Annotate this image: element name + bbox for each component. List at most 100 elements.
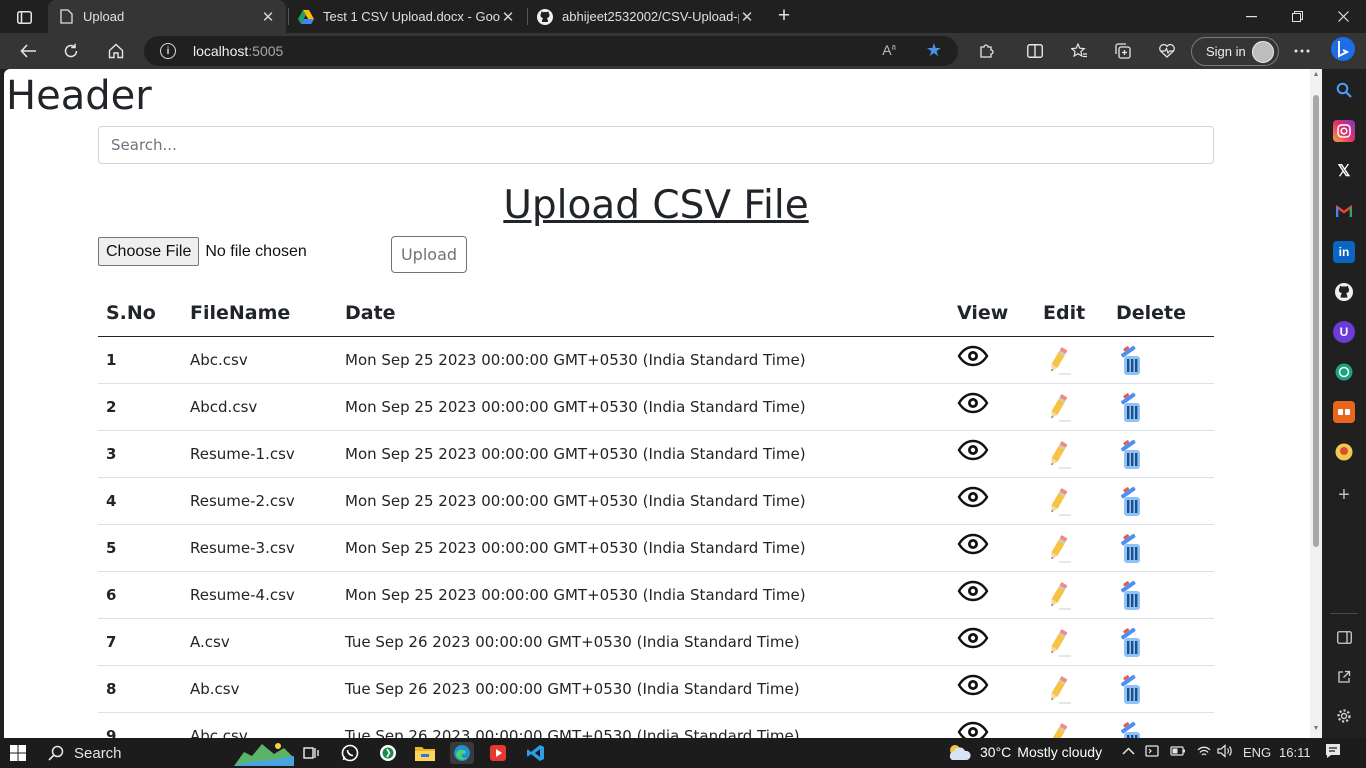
minimize-icon[interactable] [1228,0,1274,33]
linkedin-icon[interactable]: in [1333,241,1355,263]
file-explorer-icon[interactable] [414,742,436,764]
trash-icon[interactable] [1116,627,1150,657]
trash-icon[interactable] [1116,721,1150,738]
upload-button[interactable]: Upload [391,236,467,273]
network-status-icon[interactable] [1145,743,1161,762]
row-date: Mon Sep 25 2023 00:00:00 GMT+0530 (India… [337,383,949,431]
favorites-icon[interactable] [1065,37,1093,65]
search-highlight-icon[interactable] [234,740,294,766]
search-icon[interactable] [1333,79,1355,101]
close-tab-icon[interactable]: ✕ [500,8,516,26]
sync-app-icon[interactable] [378,742,398,764]
weather-widget[interactable]: 30°C Mostly cloudy [946,742,1102,762]
volume-icon[interactable] [1217,743,1233,762]
trash-icon[interactable] [1116,439,1150,469]
pencil-icon[interactable] [1043,721,1077,738]
eye-icon[interactable] [957,721,991,738]
split-screen-icon[interactable] [1021,37,1049,65]
address-bar[interactable]: i localhost:5005 Aa ★ [144,36,958,66]
edge-browser-icon[interactable] [450,742,474,764]
add-icon[interactable]: + [1333,484,1355,506]
chevron-up-icon[interactable] [1122,743,1135,758]
wifi-icon[interactable] [1196,743,1212,762]
close-window-icon[interactable] [1320,0,1366,33]
column-header: View [949,291,1035,337]
pencil-icon[interactable] [1043,486,1077,516]
choose-file-button[interactable]: Choose File [98,237,200,266]
eye-icon[interactable] [957,627,991,657]
eye-icon[interactable] [957,533,991,563]
new-tab-icon[interactable]: + [772,4,796,28]
open-external-icon[interactable] [1333,666,1355,688]
table-row: 1 Abc.csv Mon Sep 25 2023 00:00:00 GMT+053… [98,336,1214,384]
tab-github[interactable]: abhijeet2532002/CSV-Upload-pr ✕ [527,0,765,33]
back-icon[interactable] [14,37,42,65]
eye-icon[interactable] [957,580,991,610]
pencil-icon[interactable] [1043,533,1077,563]
avatar [1252,41,1274,63]
trash-icon[interactable] [1116,580,1150,610]
tab-upload[interactable]: Upload ✕ [48,0,286,33]
coding-site-icon[interactable] [1333,401,1355,423]
clock[interactable]: 16:11 [1279,745,1311,760]
eye-icon[interactable] [957,345,991,375]
favorite-star-icon[interactable]: ★ [926,40,942,61]
chatgpt-icon[interactable] [1333,361,1355,383]
read-aloud-icon[interactable]: Aa [882,42,896,58]
whatsapp-icon[interactable] [340,742,360,764]
language-indicator[interactable]: ENG [1243,745,1271,760]
close-tab-icon[interactable]: ✕ [739,8,755,26]
media-app-icon[interactable] [487,742,509,764]
tab-actions-icon[interactable] [10,6,38,28]
more-options-icon[interactable] [1288,37,1316,65]
trash-icon[interactable] [1116,345,1150,375]
vscode-icon[interactable] [525,742,547,764]
home-icon[interactable] [102,37,130,65]
scrollbar-thumb[interactable] [1313,95,1319,547]
scroll-up-icon[interactable]: ▲ [1312,71,1320,78]
site-info-icon[interactable]: i [160,43,176,59]
github-icon[interactable] [1333,281,1355,303]
pencil-icon[interactable] [1043,392,1077,422]
trash-icon[interactable] [1116,674,1150,704]
row-date: Mon Sep 25 2023 00:00:00 GMT+0530 (India… [337,336,949,384]
scrollbar[interactable]: ▲ ▼ [1310,69,1322,738]
settings-gear-icon[interactable] [1333,705,1355,727]
search-input[interactable]: Search... [98,126,1214,164]
pencil-icon[interactable] [1043,580,1077,610]
pencil-icon[interactable] [1043,345,1077,375]
refresh-icon[interactable] [57,37,85,65]
weather-temperature: 30°C [980,744,1012,760]
eye-icon[interactable] [957,392,991,422]
task-view-icon[interactable] [302,742,322,764]
tab-google-doc[interactable]: Test 1 CSV Upload.docx - Google ✕ [288,0,526,33]
taskbar-search[interactable]: Search [40,741,230,765]
x-twitter-icon[interactable]: 𝕏 [1333,160,1355,182]
extensions-icon[interactable] [972,37,1000,65]
trash-icon[interactable] [1116,533,1150,563]
pencil-icon[interactable] [1043,439,1077,469]
eye-icon[interactable] [957,486,991,516]
hide-sidebar-icon[interactable] [1333,626,1355,648]
instagram-icon[interactable] [1333,120,1355,142]
collections-icon[interactable] [1109,37,1137,65]
close-tab-icon[interactable]: ✕ [260,8,276,26]
battery-icon[interactable] [1170,743,1186,762]
avatar-app-icon[interactable] [1333,441,1355,463]
gmail-icon[interactable] [1333,200,1355,222]
eye-icon[interactable] [957,439,991,469]
eye-icon[interactable] [957,674,991,704]
scroll-down-icon[interactable]: ▼ [1312,725,1320,732]
trash-icon[interactable] [1116,486,1150,516]
windows-start-icon[interactable] [8,742,28,764]
udemy-icon[interactable]: U [1333,321,1355,343]
pencil-icon[interactable] [1043,627,1077,657]
trash-icon[interactable] [1116,392,1150,422]
notifications-icon[interactable] [1325,743,1341,762]
restore-icon[interactable] [1274,0,1320,33]
copilot-icon[interactable] [1329,35,1357,63]
table-row: 6 Resume-4.csv Mon Sep 25 2023 00:00:00 GM… [98,571,1214,619]
pencil-icon[interactable] [1043,674,1077,704]
performance-icon[interactable] [1153,37,1181,65]
sign-in-button[interactable]: Sign in [1191,37,1279,66]
